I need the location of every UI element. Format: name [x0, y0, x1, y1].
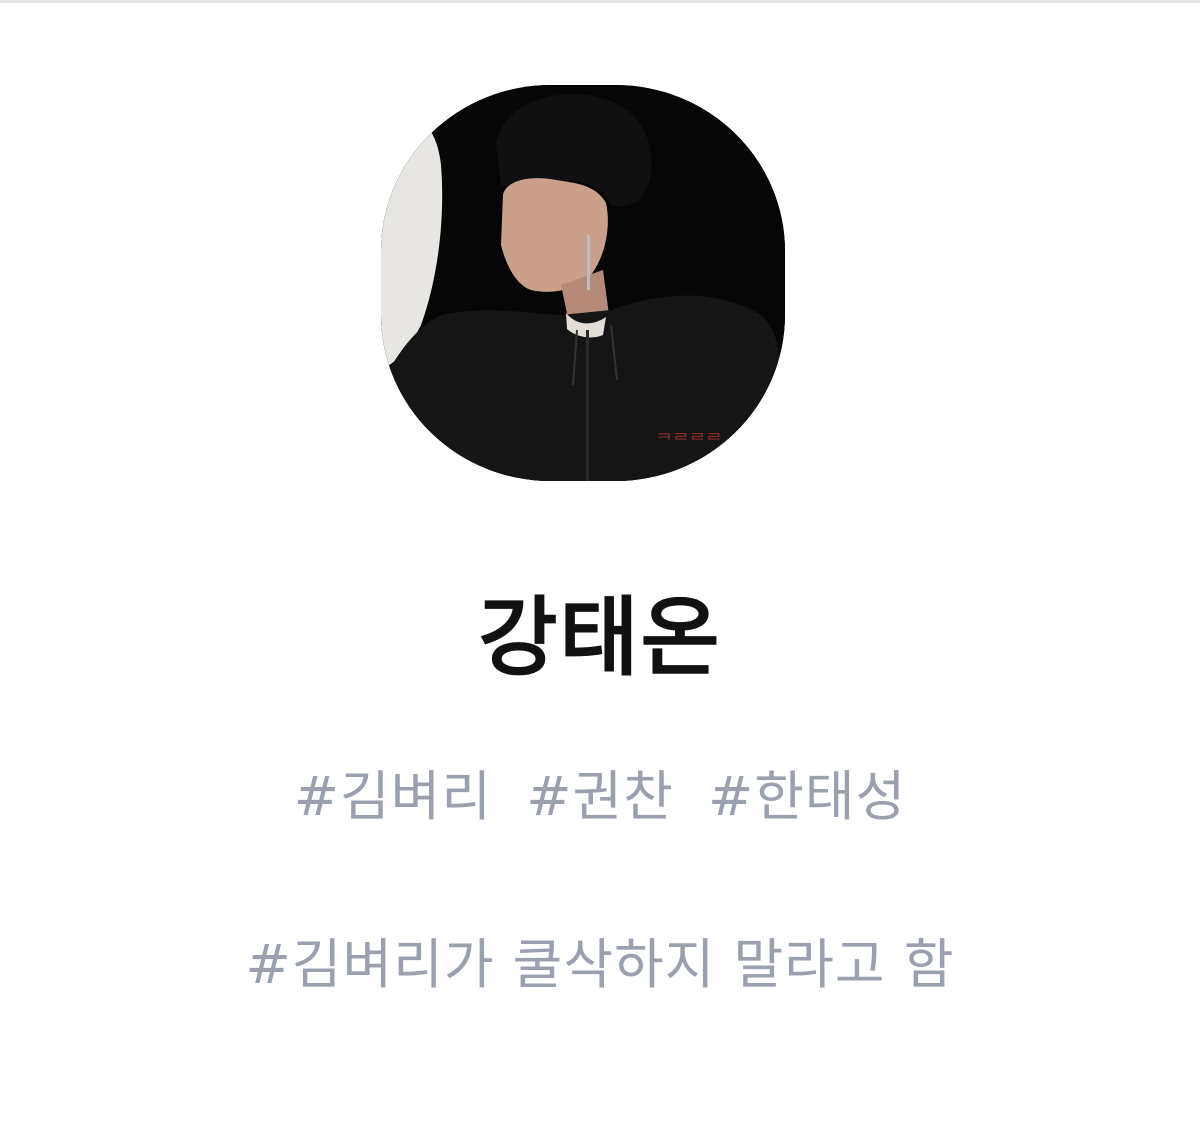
profile-name: 강태온	[478, 588, 722, 688]
profile-status-message: #김벼리가 쿨삭하지 말라고 함	[245, 933, 955, 996]
tag-1[interactable]: #김벼리	[294, 765, 492, 828]
svg-text:ᄏᄅᄅᄅ: ᄏᄅᄅᄅ	[656, 431, 722, 452]
profile-tags: #김벼리 #권찬 #한태성	[0, 764, 1200, 830]
tag-2[interactable]: #권찬	[526, 765, 674, 828]
profile-avatar[interactable]: ᄏᄅᄅᄅ	[381, 85, 785, 481]
avatar-image: ᄏᄅᄅᄅ	[381, 85, 785, 481]
profile-card: ᄏᄅᄅᄅ 강태온 #김벼리 #권찬 #한태성 #김벼리가 쿨삭하지 말라고 함	[0, 0, 1200, 1122]
tag-3[interactable]: #한태성	[708, 765, 906, 828]
